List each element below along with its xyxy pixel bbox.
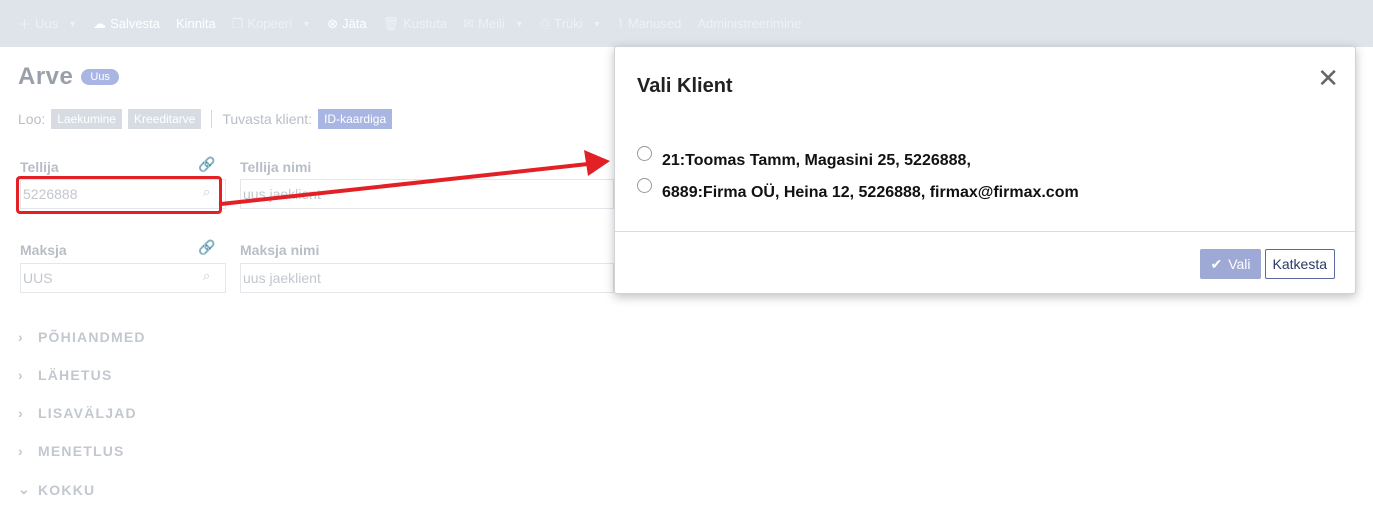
dialog-footer: ✔ Vali Katkesta [1200, 249, 1335, 279]
client-option[interactable]: 21:Toomas Tamm, Magasini 25, 5226888, [637, 146, 971, 170]
client-option[interactable]: 6889:Firma OÜ, Heina 12, 5226888, firmax… [637, 178, 1079, 202]
select-button[interactable]: ✔ Vali [1200, 249, 1261, 279]
select-client-dialog: Vali Klient ✕ 21:Toomas Tamm, Magasini 2… [614, 46, 1356, 294]
client-option-label: 6889:Firma OÜ, Heina 12, 5226888, firmax… [662, 184, 1079, 201]
divider [615, 231, 1355, 232]
cancel-button[interactable]: Katkesta [1264, 249, 1335, 279]
radio-button[interactable] [637, 146, 652, 161]
radio-button[interactable] [637, 178, 652, 193]
checkmark-icon: ✔ [1210, 255, 1223, 272]
select-label: Vali [1228, 256, 1251, 272]
client-option-label: 21:Toomas Tamm, Magasini 25, 5226888, [662, 152, 971, 169]
close-icon[interactable]: ✕ [1317, 65, 1339, 91]
dialog-title: Vali Klient [637, 75, 733, 97]
